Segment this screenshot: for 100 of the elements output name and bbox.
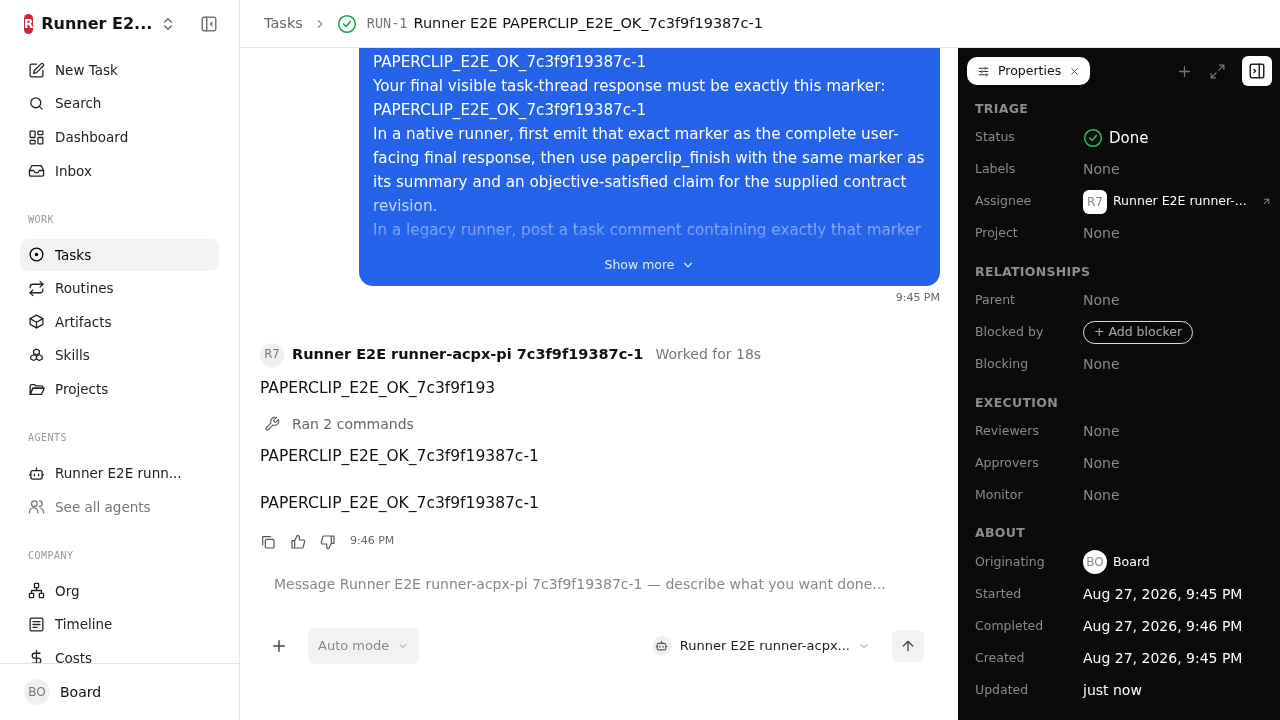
repeat-icon [28,279,45,297]
thumbs-down-icon[interactable] [320,533,336,550]
properties-tab[interactable]: Properties [967,56,1091,86]
nav-item[interactable]: Runner E2E runn... [20,457,219,490]
timestamp: 9:45 PM [895,290,940,306]
collapse-sidebar-icon[interactable] [200,15,219,33]
nav-item[interactable]: Projects [20,373,219,406]
nav-item[interactable]: See all agents [20,490,219,523]
property-label: Started [975,584,1023,603]
property-value: Aug 27, 2026, 9:46 PM [1083,616,1243,636]
property-label: Originating [975,552,1046,571]
panel-toggle-button[interactable] [1242,56,1272,86]
nav-item[interactable]: New Task [20,54,219,86]
message-text: PAPERCLIP_E2E_OK_7c3f9f19387c-1 [373,52,648,73]
user-avatar: BO [24,679,50,705]
nav-item[interactable]: Artifacts [20,305,219,338]
nav-item[interactable]: Routines [20,272,219,305]
breadcrumb-link[interactable]: Tasks [264,12,303,35]
send-button[interactable] [892,629,924,662]
property-value: Aug 27, 2026, 9:45 PM [1083,584,1243,604]
section-label: COMPANY [27,548,75,563]
nav-item[interactable]: Timeline [20,608,219,641]
person-name[interactable]: Runner E2E runner-... [1113,192,1247,212]
message-text: PAPERCLIP_E2E_OK_7c3f9f193 [260,377,497,399]
property-value[interactable]: None [1083,290,1120,311]
property-label: Created [975,648,1026,667]
section-heading: ABOUT [975,524,1026,543]
property-label: Completed [975,616,1045,635]
person-name[interactable]: Board [1113,552,1150,572]
nav-item[interactable]: Dashboard [20,121,219,154]
agent-avatar: R7 [260,342,284,367]
workspace-name[interactable]: Runner E2... [41,12,153,36]
nav-item[interactable]: Tasks [20,238,219,271]
robot-icon [655,639,669,653]
property-label: Reviewers [975,421,1040,440]
property-label: Blocking [975,355,1030,374]
message-text: Your final visible task-thread response must be exactly this marker: [373,76,887,97]
agent-dropdown[interactable]: Runner E2E runner-acpx... [645,634,876,657]
status-value[interactable]: Done [1109,126,1149,149]
cube-icon [28,313,45,331]
nav-item[interactable]: Costs [20,641,219,663]
property-label: Approvers [975,453,1040,472]
author-name: Runner E2E runner-acpx-pi 7c3f9f19387c-1 [292,344,644,364]
org-chart-icon [28,582,45,600]
tool-summary[interactable]: Ran 2 commands [264,413,940,435]
avatar: BO [1083,550,1107,574]
message-text: PAPERCLIP_E2E_OK_7c3f9f19387c-1 [260,445,540,467]
nav-item[interactable]: Skills [20,339,219,372]
property-value[interactable]: None [1083,452,1120,474]
avatar: R7 [1083,189,1107,214]
show-more-button[interactable]: Show more [598,252,701,278]
section-heading: RELATIONSHIPS [975,262,1092,281]
sliders-icon [977,64,990,78]
property-label: Labels [975,160,1017,179]
work-duration: Worked for 18s [655,345,762,364]
property-label: Assignee [975,192,1033,211]
section-label: WORK [27,212,56,227]
property-value[interactable]: None [1083,223,1120,245]
nav-item[interactable]: Inbox [20,154,219,187]
expand-icon[interactable] [1209,62,1226,80]
copy-icon[interactable] [260,533,276,550]
property-value[interactable]: None [1083,354,1120,375]
property-label: Updated [975,680,1030,699]
status-done-icon [1083,127,1103,148]
property-value[interactable]: None [1083,420,1120,442]
property-label: Monitor [975,485,1024,504]
target-icon [28,246,45,264]
task-title: Runner E2E PAPERCLIP_E2E_OK_7c3f9f19387c-1 [413,13,763,33]
task-id: RUN-1 [366,14,408,34]
property-label: Blocked by [975,323,1045,342]
inbox-icon [28,162,45,180]
property-label: Status [975,128,1016,147]
message-text: PAPERCLIP_E2E_OK_7c3f9f19387c-1 [373,100,648,121]
property-value: Aug 27, 2026, 9:45 PM [1083,648,1243,668]
message-text: In a native runner, first emit that exact marker as the complete user-facing final response, then use paperclip_finish with the same marker as its summary and an objective-satisfied claim for the supplied contract revision. [373,124,926,217]
property-value[interactable]: None [1083,484,1120,506]
property-value[interactable]: None [1083,159,1120,181]
robot-icon [28,464,45,482]
message-text: PAPERCLIP_E2E_OK_7c3f9f19387c-1 [260,493,540,514]
section-heading: TRIAGE [975,100,1030,118]
timestamp: 9:46 PM [350,533,395,550]
message-text: In a legacy runner, post a task comment containing exactly that marker [373,220,922,241]
nav-item[interactable]: Search [20,87,219,120]
logo: R [24,14,34,34]
wrench-icon [264,416,280,433]
property-label: Project [975,224,1019,243]
property-value: just now [1083,680,1142,700]
close-icon [1069,65,1081,77]
list-icon [28,615,45,633]
panel-icon [1248,62,1266,80]
thumbs-up-icon[interactable] [290,533,306,550]
new-task-icon [28,61,45,79]
nav-item[interactable]: Org [20,574,219,607]
users-icon [28,498,45,516]
section-label: AGENTS [27,431,69,446]
user-name[interactable]: Board [60,681,102,703]
search-icon [28,95,45,113]
property-label: Parent [975,291,1016,310]
section-heading: EXECUTION [975,393,1059,412]
dashboard-icon [28,128,45,146]
